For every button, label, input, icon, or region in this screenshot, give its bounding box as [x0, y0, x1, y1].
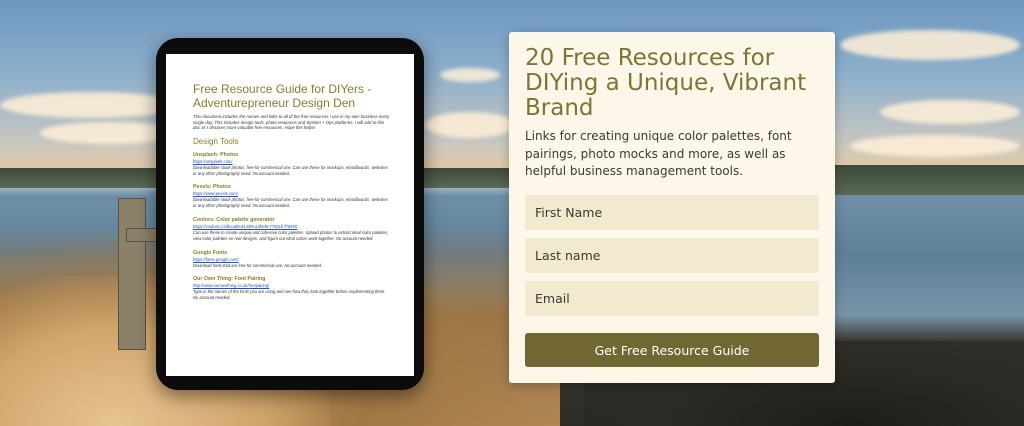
resource-item: Google Fonts https://fonts.google.com/ D… [193, 250, 391, 269]
document-intro: This document includes the names and lin… [193, 114, 390, 131]
cloud [850, 135, 1020, 157]
resource-item: Our Own Thing: Font Pairing http://www.o… [193, 276, 391, 301]
resource-name: Coolors: Color palette generator [193, 216, 275, 223]
resource-name: Unsplash: Photos [193, 151, 239, 158]
resource-description: Downloadable stock photos, free for comm… [193, 197, 388, 209]
resource-description: Type in the names of the fonts you are u… [193, 289, 386, 301]
resource-description: Download fonts that are free for commerc… [193, 262, 322, 268]
tablet-screen: Free Resource Guide for DIYers - Adventu… [166, 54, 414, 376]
section-heading: Design Tools [193, 136, 239, 146]
signup-title: 20 Free Resources for DIYing a Unique, V… [525, 45, 807, 121]
resource-item: Pexels: Photos https://www.pexels.com/ D… [193, 184, 391, 209]
cloud [880, 100, 1020, 124]
treeline [830, 165, 1024, 195]
cloud [0, 92, 180, 118]
cloud [840, 30, 1020, 60]
signup-card: 20 Free Resources for DIYing a Unique, V… [509, 32, 835, 383]
resource-guide-preview: Free Resource Guide for DIYers - Adventu… [193, 82, 391, 309]
get-resource-guide-button[interactable]: Get Free Resource Guide [525, 333, 819, 367]
resource-name: Our Own Thing: Font Pairing [193, 276, 266, 283]
cloud [440, 68, 500, 82]
resource-name: Google Fonts [193, 249, 228, 256]
last-name-field[interactable] [525, 238, 819, 273]
document-title: Free Resource Guide for DIYers - Adventu… [193, 82, 372, 110]
resource-description: Can use these to create unique and cohes… [193, 229, 389, 241]
resource-name: Pexels: Photos [193, 184, 231, 191]
cloud [425, 112, 515, 138]
tablet-mockup: Free Resource Guide for DIYers - Adventu… [156, 38, 424, 390]
resource-item: Coolors: Color palette generator https:/… [193, 217, 391, 242]
email-field[interactable] [525, 281, 819, 316]
fence-post [118, 198, 146, 350]
signup-description: Links for creating unique color palettes… [525, 129, 792, 178]
first-name-field[interactable] [525, 195, 819, 230]
resource-description: Downloadable stock photos, free for comm… [193, 164, 388, 176]
resource-item: Unsplash: Photos https://unsplash.com/ D… [193, 152, 391, 177]
